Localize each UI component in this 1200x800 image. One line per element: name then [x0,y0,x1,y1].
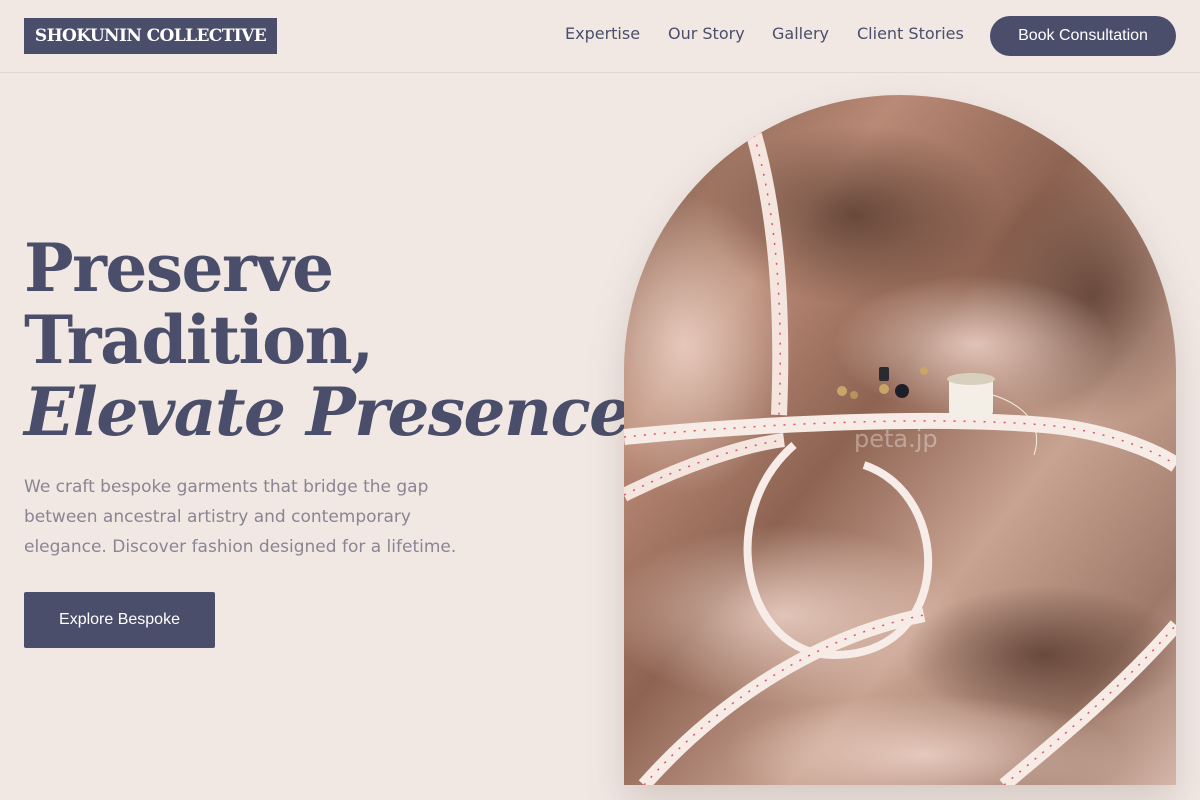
nav-link-gallery[interactable]: Gallery [772,24,829,43]
nav-link-our-story[interactable]: Our Story [668,24,745,43]
hero-headline: Preserve Tradition, Elevate Presence. [24,229,653,451]
explore-bespoke-button[interactable]: Explore Bespoke [24,592,215,648]
headline-line-1: Preserve [24,229,334,307]
hero-image: peta.jp [624,95,1176,785]
hero-description: We craft bespoke garments that bridge th… [24,477,457,557]
logo[interactable]: SHOKUNIN COLLECTIVE [24,18,277,54]
image-watermark: peta.jp [854,425,938,453]
book-consultation-button[interactable]: Book Consultation [990,16,1176,56]
nav-link-expertise[interactable]: Expertise [565,24,640,43]
headline-line-3: Elevate Presence. [24,373,653,451]
headline-line-2: Tradition, [24,301,374,379]
site-header: SHOKUNIN COLLECTIVE Expertise Our Story … [0,0,1200,73]
nav-link-client-stories[interactable]: Client Stories [857,24,964,43]
